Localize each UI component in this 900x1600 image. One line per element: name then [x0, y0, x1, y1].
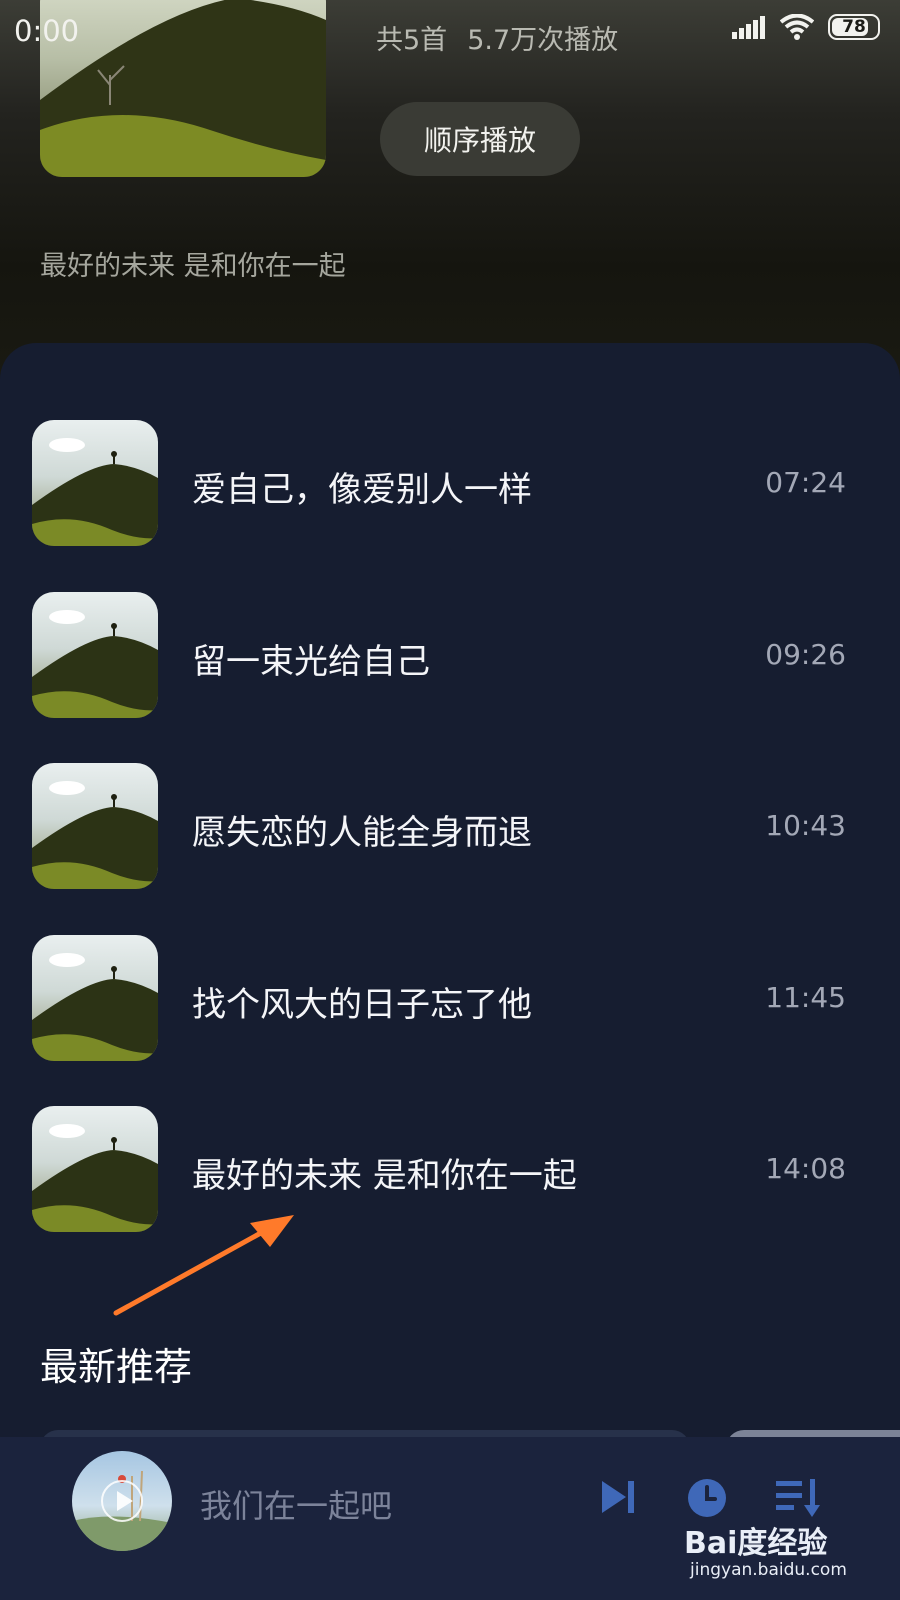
play-order-button[interactable]: 顺序播放: [380, 102, 580, 176]
track-title: 留一束光给自己: [192, 642, 430, 682]
battery-level: 78: [842, 17, 866, 37]
track-title: 最好的未来 是和你在一起: [192, 1156, 577, 1196]
wifi-icon: [780, 14, 814, 40]
watermark-url: jingyan.baidu.com: [690, 1560, 847, 1580]
track-title: 爱自己，像爱别人一样: [192, 470, 532, 510]
watermark-logo: Bai度经验: [684, 1526, 828, 1561]
now-playing-title: 我们在一起吧: [200, 1487, 393, 1525]
track-duration: 14:08: [765, 1152, 846, 1185]
playlist-icon[interactable]: [776, 1477, 820, 1519]
track-row[interactable]: 留一束光给自己 09:26: [0, 592, 900, 718]
track-duration: 11:45: [765, 981, 846, 1014]
track-duration: 07:24: [765, 466, 846, 499]
album-stats: 共5首 5.7万次播放: [376, 18, 618, 57]
album-header: 共5首 5.7万次播放 顺序播放 最好的未来 是和你在一起 0:00 78: [0, 0, 900, 380]
track-duration: 09:26: [765, 638, 846, 671]
current-track-description: 最好的未来 是和你在一起: [40, 251, 346, 282]
battery-icon: 78: [828, 14, 880, 40]
track-thumbnail: [32, 420, 158, 546]
section-title-latest: 最新推荐: [40, 1345, 193, 1389]
annotation-arrow: [113, 1215, 294, 1316]
system-icons: 78: [732, 14, 880, 40]
track-count: 共5首: [376, 25, 448, 56]
track-row[interactable]: 最好的未来 是和你在一起 14:08: [0, 1106, 900, 1232]
status-time: 0:00: [14, 14, 80, 48]
album-cover: [40, 0, 326, 177]
track-row[interactable]: 愿失恋的人能全身而退 10:43: [0, 763, 900, 889]
now-playing-cover[interactable]: [72, 1451, 172, 1551]
track-title: 愿失恋的人能全身而退: [192, 813, 532, 853]
track-row[interactable]: 爱自己，像爱别人一样 07:24: [0, 420, 900, 546]
baidu-watermark: Bai度经验 jingyan.baidu.com: [684, 1518, 874, 1588]
play-count: 5.7万次播放: [467, 25, 619, 56]
signal-icon: [732, 16, 765, 39]
track-thumbnail: [32, 763, 158, 889]
play-icon: [117, 1491, 133, 1511]
track-duration: 10:43: [765, 809, 846, 842]
track-thumbnail: [32, 935, 158, 1061]
track-row[interactable]: 找个风大的日子忘了他 11:45: [0, 935, 900, 1061]
track-thumbnail: [32, 592, 158, 718]
timer-icon[interactable]: [686, 1477, 728, 1519]
track-thumbnail: [32, 1106, 158, 1232]
next-track-icon[interactable]: [598, 1477, 638, 1517]
track-title: 找个风大的日子忘了他: [192, 985, 532, 1025]
